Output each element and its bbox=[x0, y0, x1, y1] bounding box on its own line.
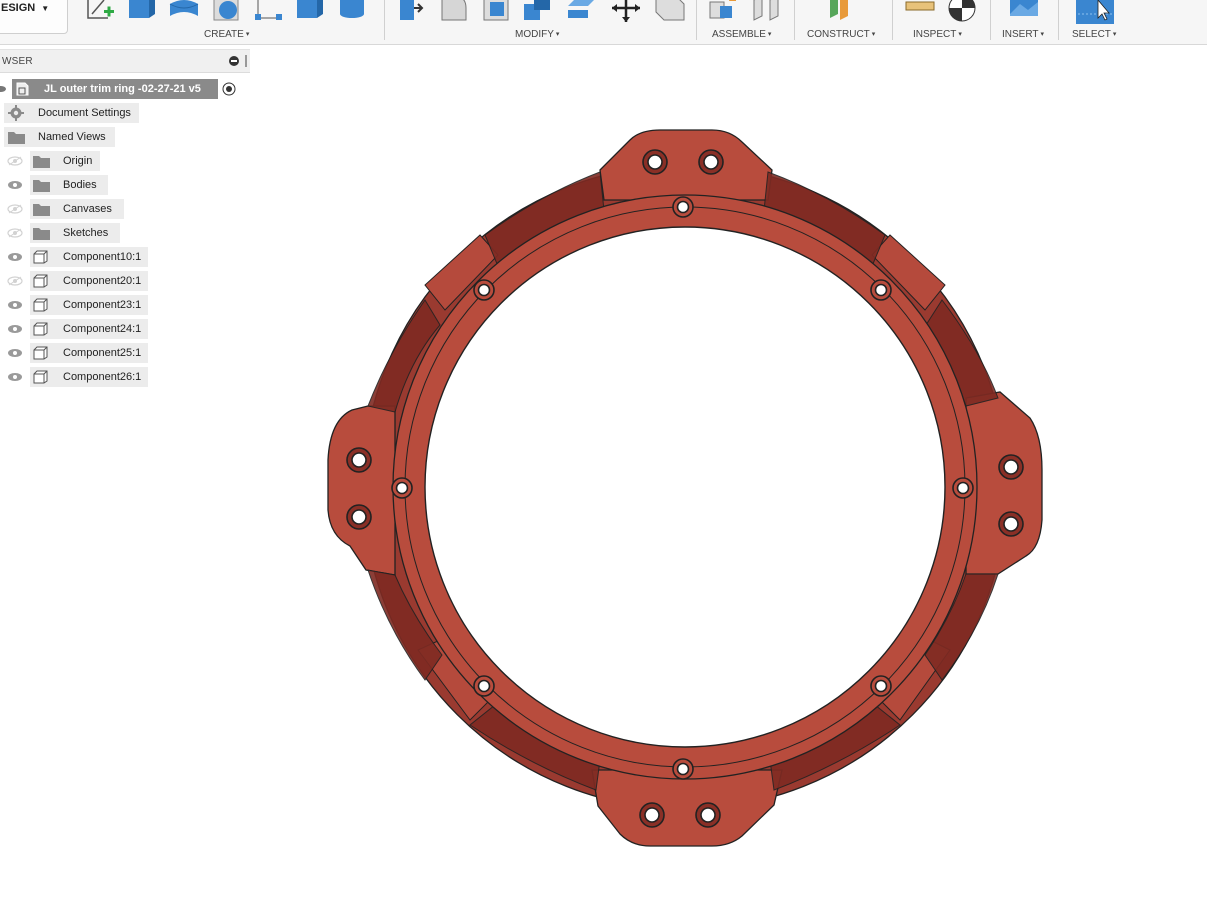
model-viewport[interactable] bbox=[0, 0, 1207, 909]
